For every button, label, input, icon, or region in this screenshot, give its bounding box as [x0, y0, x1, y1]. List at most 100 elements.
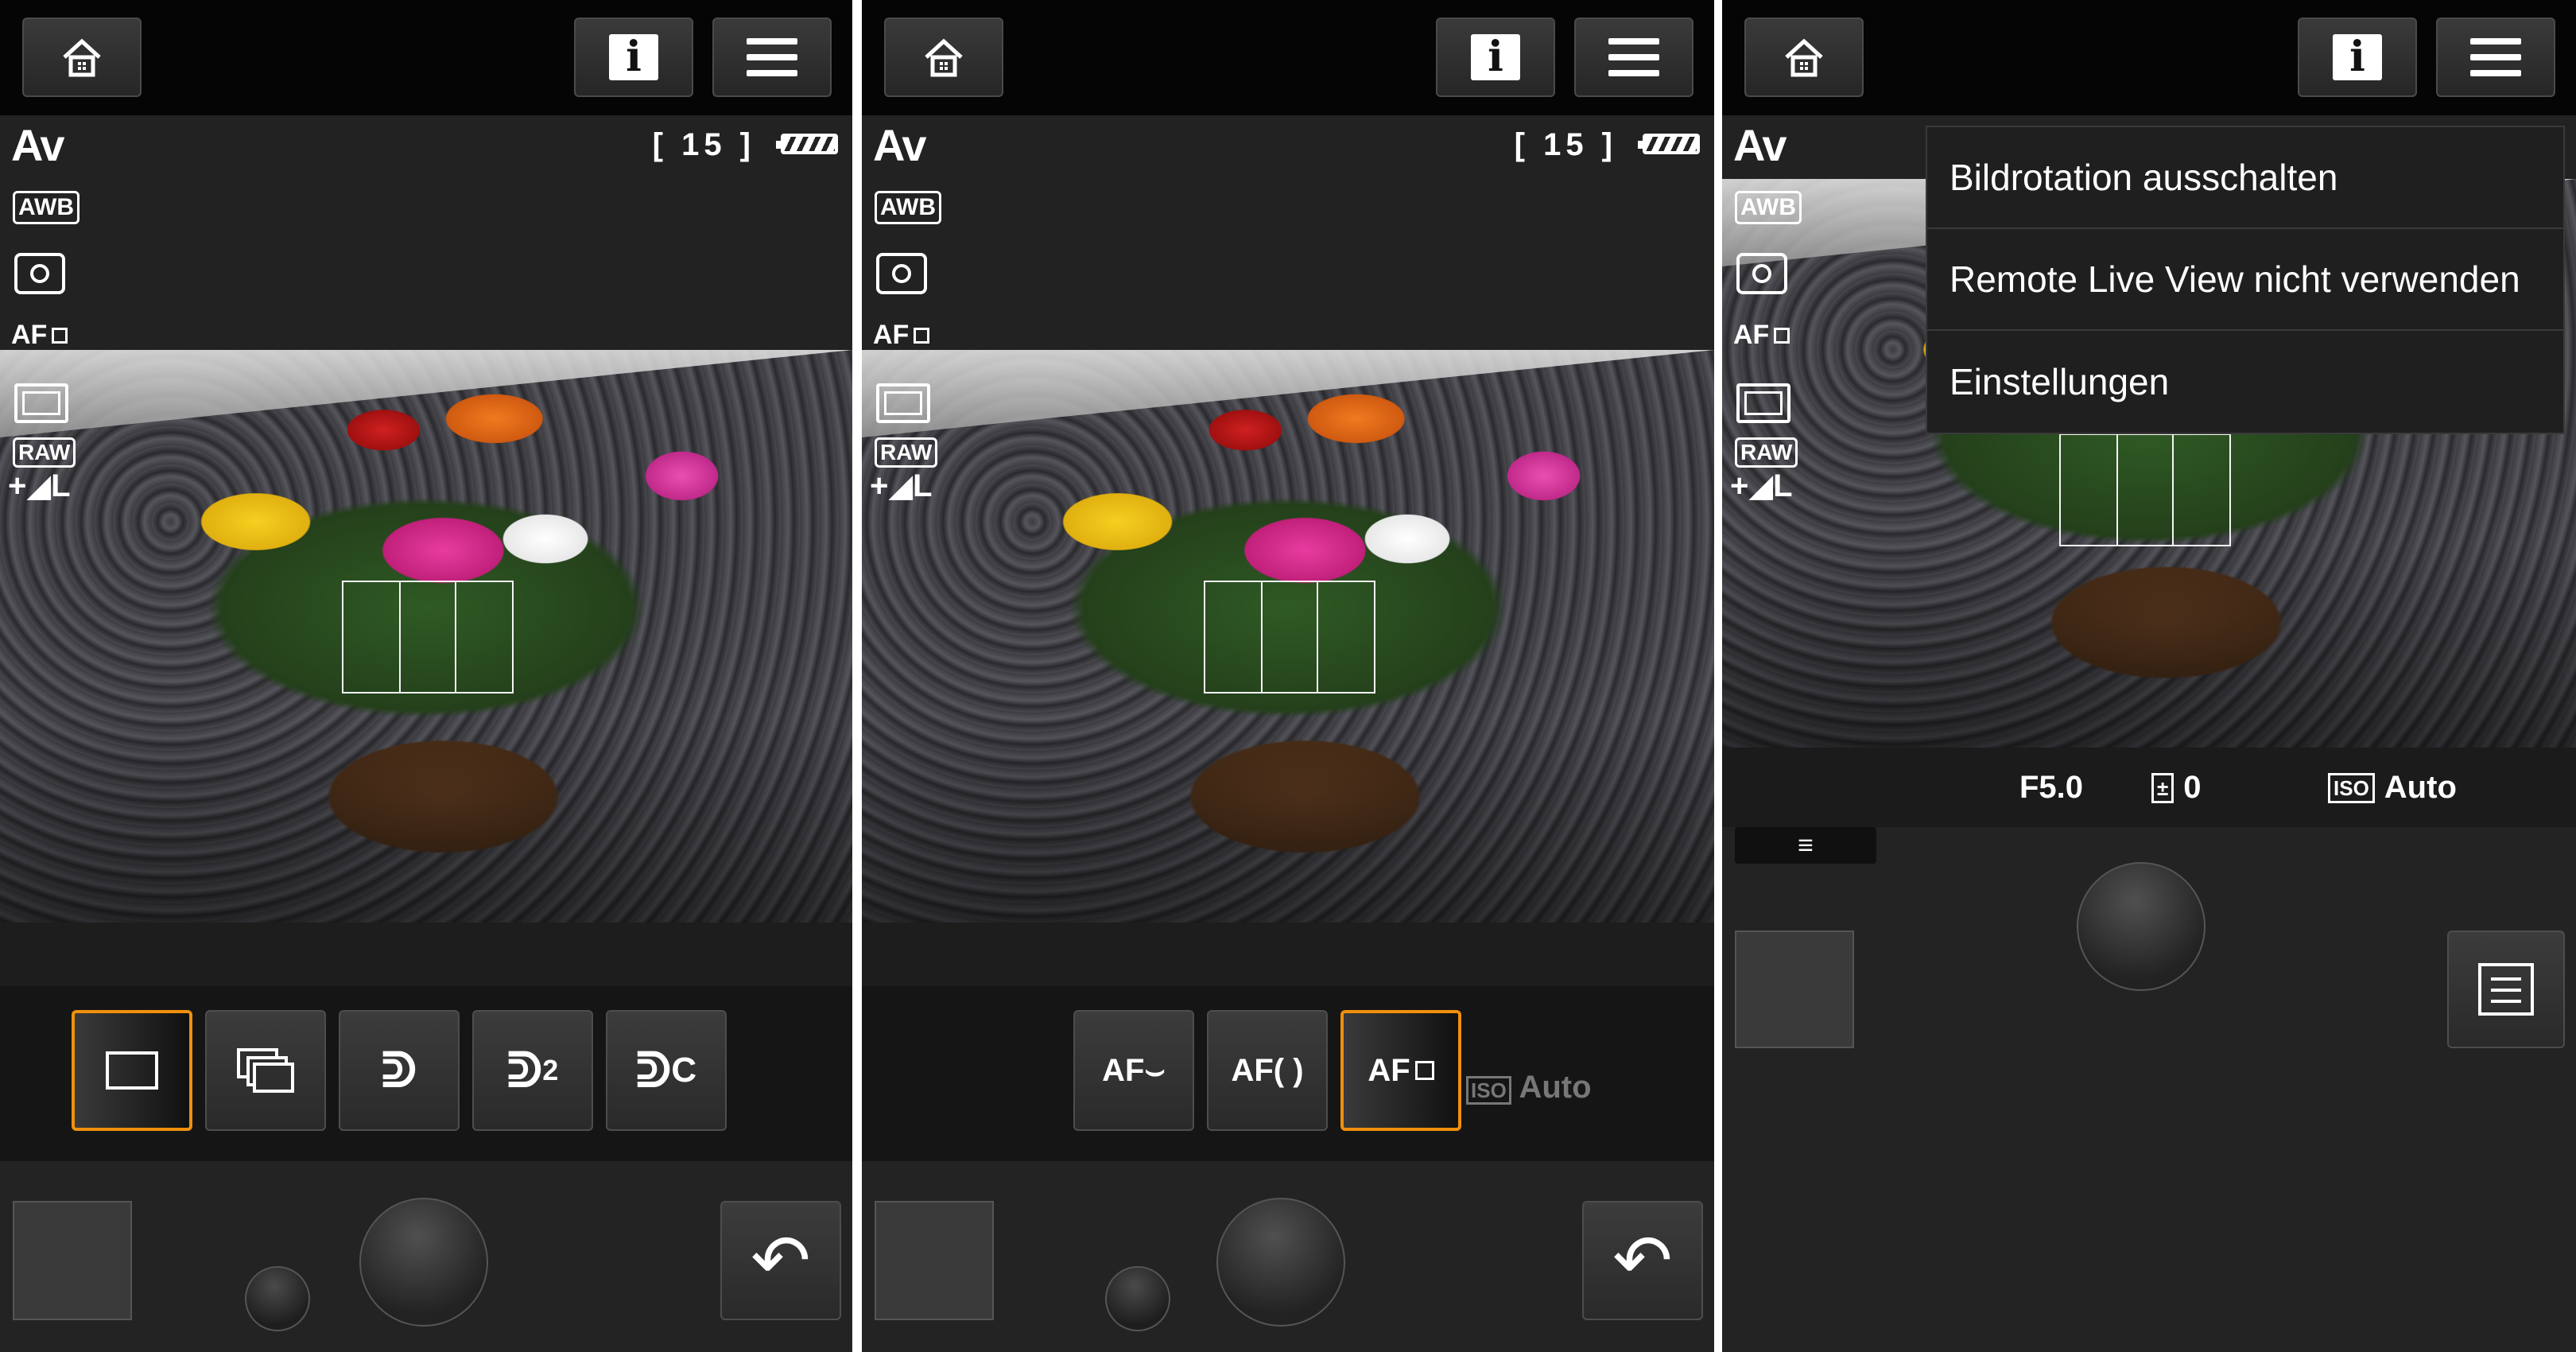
raw-badge: RAW: [875, 437, 938, 468]
last-image-thumbnail[interactable]: [13, 1201, 132, 1320]
single-shot-icon: [106, 1051, 158, 1090]
collapse-icon: ≡: [1798, 829, 1814, 861]
metering-icon: [14, 253, 65, 294]
self-timer-c-icon: ᕲ: [635, 1043, 672, 1098]
zoom-knob[interactable]: [1105, 1266, 1170, 1331]
af-mode-indicator: AF: [873, 320, 930, 351]
drive-timer-2-button[interactable]: ᕲ2: [472, 1010, 593, 1131]
last-image-thumbnail[interactable]: [875, 1201, 994, 1320]
menu-button[interactable]: [712, 17, 832, 97]
menu-item-settings[interactable]: Einstellungen: [1927, 331, 2563, 433]
last-image-thumbnail[interactable]: [1735, 930, 1854, 1048]
raw-badge: RAW: [1735, 437, 1798, 468]
back-arrow-icon: ↶: [1612, 1221, 1673, 1301]
shooting-mode: Av: [873, 120, 927, 170]
metering-icon: [1736, 253, 1787, 294]
back-arrow-icon: ↶: [751, 1221, 811, 1301]
self-timer-2-icon: ᕲ: [506, 1043, 543, 1098]
image-quality: +◢L: [1730, 468, 1793, 503]
af-frame[interactable]: [1204, 581, 1375, 693]
collapse-tab[interactable]: ≡: [1735, 827, 1876, 864]
shooting-mode: Av: [11, 120, 65, 170]
settings-button[interactable]: [2447, 930, 2565, 1048]
live-view-image: [862, 350, 1714, 923]
menu-item-rotation-off[interactable]: Bildrotation ausschalten: [1927, 127, 2563, 229]
aperture-value[interactable]: F5.0: [2019, 770, 2083, 806]
info-button[interactable]: i: [2298, 17, 2417, 97]
menu-item-no-live-view[interactable]: Remote Live View nicht verwenden: [1927, 229, 2563, 331]
af-frame[interactable]: [2059, 433, 2231, 546]
metering-icon: [876, 253, 927, 294]
iso-ghost: ISO Auto: [1466, 1070, 1592, 1105]
aspect-ratio-icon: [1736, 383, 1790, 423]
info-button[interactable]: i: [574, 17, 693, 97]
home-button[interactable]: [22, 17, 142, 97]
drive-timer-c-button[interactable]: ᕲC: [606, 1010, 727, 1131]
iso-icon: ISO: [2328, 772, 2375, 803]
home-icon: [925, 38, 963, 77]
info-icon: i: [609, 34, 658, 80]
battery-icon: [1638, 134, 1700, 154]
af-mode-indicator: AF: [11, 320, 68, 351]
af-point-icon: [1414, 1061, 1434, 1080]
screen-af-mode: i Av AWB AF RAW +◢L [ 15 ] ISO Auto AF⌣ …: [862, 0, 1714, 1352]
iso-value[interactable]: ISO Auto: [2328, 770, 2457, 806]
drive-continuous-button[interactable]: [205, 1010, 326, 1131]
shutter-button[interactable]: [2077, 862, 2206, 991]
zoom-knob[interactable]: [245, 1266, 310, 1331]
info-icon: i: [2333, 34, 2382, 80]
self-timer-icon: ᕲ: [381, 1043, 417, 1098]
top-bar: i: [0, 0, 852, 115]
af-zone-label: AF( ): [1231, 1052, 1304, 1088]
white-balance-badge: AWB: [1735, 191, 1802, 224]
drive-single-button[interactable]: [72, 1010, 192, 1131]
top-bar: i: [862, 0, 1714, 115]
shooting-mode: Av: [1733, 120, 1787, 170]
battery-icon: [776, 134, 838, 154]
image-quality: +◢L: [870, 468, 933, 503]
menu-button[interactable]: [1574, 17, 1693, 97]
sliders-icon: [2478, 963, 2534, 1016]
menu-button[interactable]: [2436, 17, 2555, 97]
top-bar: i: [1722, 0, 2576, 115]
home-icon: [1785, 38, 1823, 77]
shutter-button[interactable]: [1216, 1198, 1345, 1327]
shots-remaining: [ 15 ]: [652, 127, 755, 162]
af-zone-button[interactable]: AF( ): [1207, 1010, 1328, 1131]
image-quality: +◢L: [8, 468, 71, 503]
exposure-comp-icon: ±: [2151, 772, 2174, 803]
aspect-ratio-icon: [14, 383, 68, 423]
hamburger-icon: [1608, 38, 1659, 76]
home-button[interactable]: [1744, 17, 1864, 97]
info-button[interactable]: i: [1436, 17, 1555, 97]
white-balance-badge: AWB: [875, 191, 941, 224]
raw-badge: RAW: [13, 437, 76, 468]
af-single-label: AF: [1368, 1052, 1410, 1088]
af-face-tracking-button[interactable]: AF⌣: [1073, 1010, 1194, 1131]
aspect-ratio-icon: [876, 383, 930, 423]
af-single-point-button[interactable]: AF: [1340, 1010, 1461, 1131]
home-icon: [63, 38, 101, 77]
timer-c-label: C: [671, 1051, 697, 1090]
info-strip: [0, 923, 852, 986]
live-view-image: [0, 350, 852, 923]
shutter-button[interactable]: [359, 1198, 488, 1327]
af-mode-indicator: AF: [1733, 320, 1790, 351]
home-button[interactable]: [884, 17, 1003, 97]
exposure-compensation[interactable]: ±0: [2151, 770, 2202, 806]
white-balance-badge: AWB: [13, 191, 80, 224]
screen-drive-mode: i Av AWB AF RAW +◢L [ 15 ] ᕲ ᕲ2 ᕲC ↶: [0, 0, 852, 1352]
continuous-shot-icon: [237, 1048, 294, 1093]
drive-timer-10-button[interactable]: ᕲ: [339, 1010, 460, 1131]
screen-menu-open: i Av AWB AF RAW +◢L Bildrotation ausscha…: [1722, 0, 2576, 1352]
overflow-menu: Bildrotation ausschalten Remote Live Vie…: [1926, 126, 2565, 434]
shots-remaining: [ 15 ]: [1514, 127, 1617, 162]
back-button[interactable]: ↶: [1582, 1201, 1703, 1320]
af-frame[interactable]: [342, 581, 514, 693]
back-button[interactable]: ↶: [720, 1201, 841, 1320]
info-strip: [862, 923, 1714, 986]
info-icon: i: [1471, 34, 1520, 80]
timer-2-label: 2: [542, 1054, 559, 1086]
af-face-label: AF⌣: [1102, 1052, 1166, 1088]
hamburger-icon: [2470, 38, 2521, 76]
